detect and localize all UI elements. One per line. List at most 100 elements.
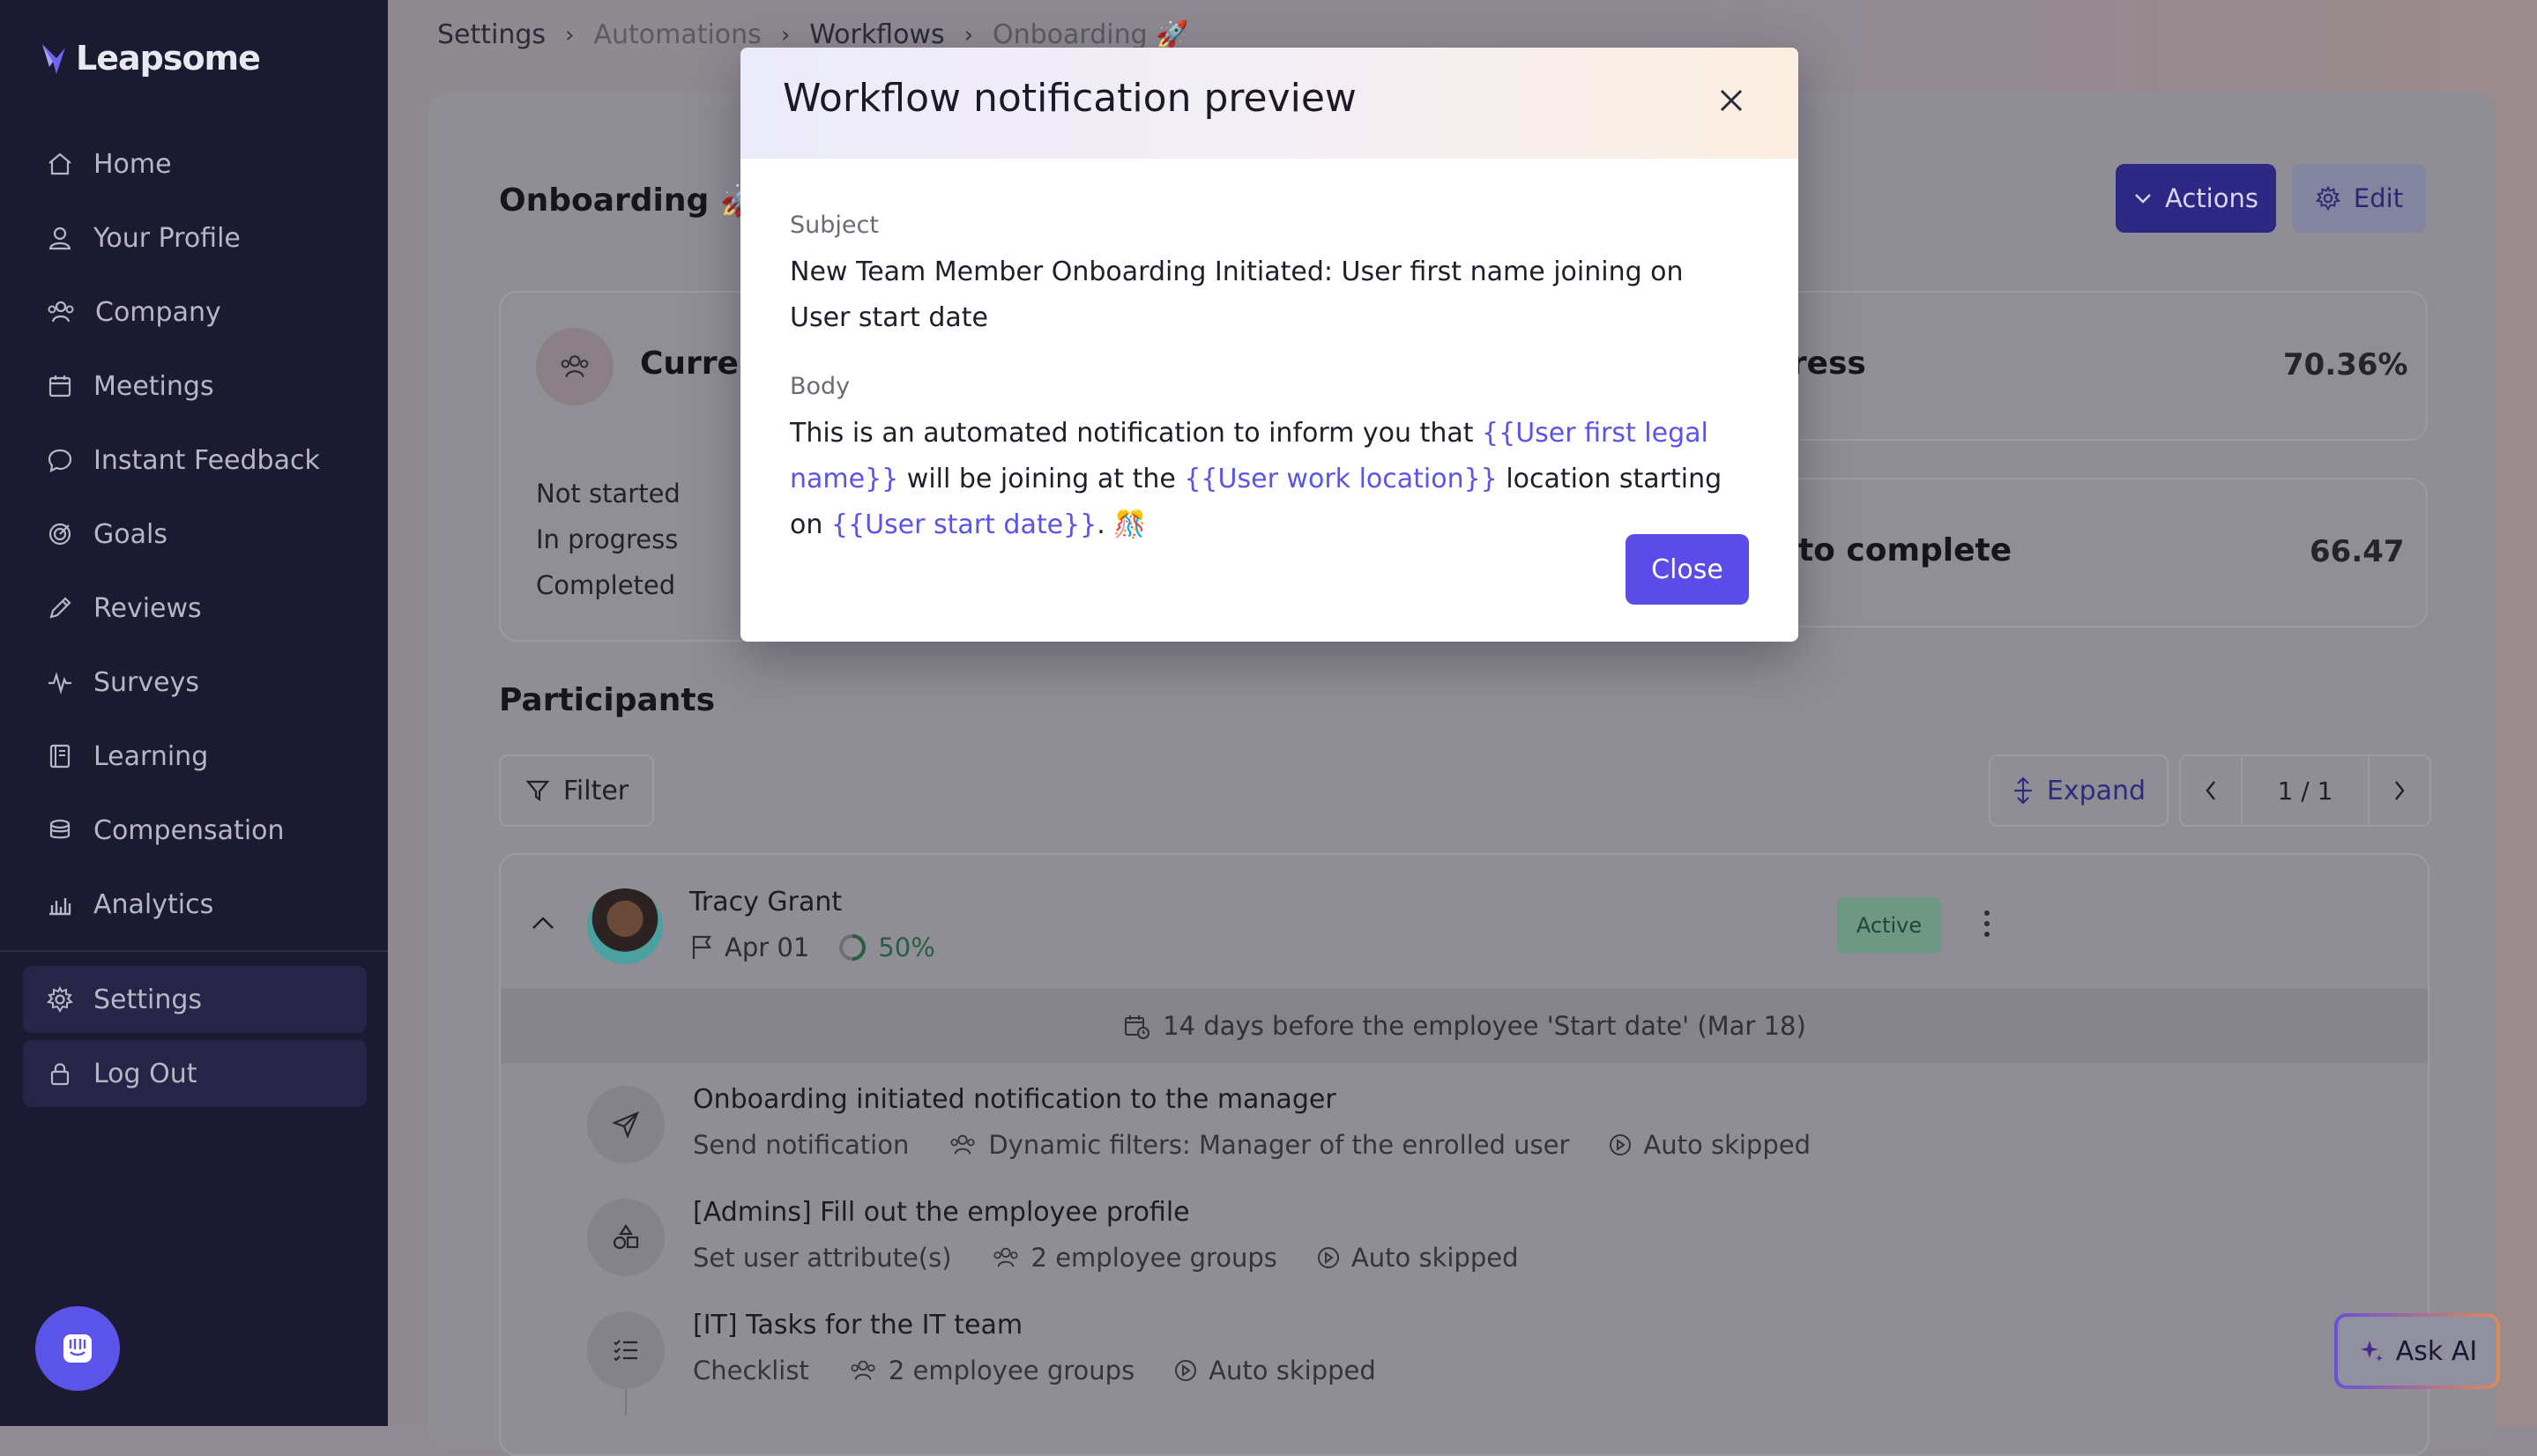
app-logo[interactable]: Leapsome [39, 39, 261, 78]
sidebar-item-goals[interactable]: Goals [23, 501, 367, 568]
subject-text: New Team Member Onboarding Initiated: Us… [790, 256, 1684, 333]
ask-ai-label: Ask AI [2395, 1335, 2478, 1367]
filter-button-label: Filter [562, 775, 629, 806]
sidebar-item-label: Goals [93, 518, 167, 550]
body-label: Body [790, 373, 851, 400]
sidebar-item-label: Meetings [93, 370, 214, 402]
participant-meta: Apr 01 50% [689, 932, 935, 962]
subject-label: Subject [790, 212, 879, 239]
step-icon-badge [587, 1199, 665, 1276]
sidebar-nav: Home Your Profile Company Meetings Insta… [23, 130, 367, 945]
sparkle-icon [2360, 1341, 2383, 1362]
step-audience: Dynamic filters: Manager of the enrolled… [988, 1130, 1570, 1160]
progress-ring-icon [839, 934, 867, 961]
step-meta: Checklist 2 employee groups Auto skipped [693, 1356, 1376, 1385]
sidebar-item-home[interactable]: Home [23, 130, 367, 197]
actions-button[interactable]: Actions [2116, 164, 2276, 233]
variable-user-start-date: {{User start date}} [830, 509, 1097, 540]
expand-button[interactable]: Expand [1989, 754, 2169, 827]
body-text: This is an automated notification to inf… [790, 411, 1751, 548]
next-page-button[interactable] [2370, 756, 2429, 825]
ask-ai-button[interactable]: Ask AI [2334, 1313, 2500, 1389]
participant-progress: 50% [878, 932, 935, 962]
flag-icon [692, 935, 712, 959]
step-meta: Set user attribute(s) 2 employee groups … [693, 1243, 1519, 1273]
chevron-right-icon [2395, 781, 2405, 800]
schedule-text: 14 days before the employee 'Start date'… [1163, 1011, 1806, 1041]
participants-title: Participants [499, 682, 716, 718]
sidebar-item-label: Home [93, 148, 172, 180]
stats-row-in-progress: In progress [536, 524, 679, 554]
expand-icon [2013, 776, 2032, 805]
participant-row: Tracy Grant Apr 01 50% Active 14 days be… [499, 853, 2429, 1456]
sidebar-item-label: Learning [93, 740, 209, 772]
previous-page-button[interactable] [2181, 756, 2241, 825]
stats-row-completed: Completed [536, 570, 676, 600]
collapse-button[interactable] [531, 915, 555, 931]
step-type: Send notification [693, 1130, 910, 1160]
sidebar-item-meetings[interactable]: Meetings [23, 353, 367, 420]
sidebar-item-label: Settings [93, 984, 203, 1015]
body-text-segment: This is an automated notification to inf… [790, 418, 1483, 449]
sidebar-item-analytics[interactable]: Analytics [23, 871, 367, 938]
modal-close-button[interactable] [1714, 83, 1749, 118]
sidebar-item-learning[interactable]: Learning [23, 723, 367, 790]
edit-button-label: Edit [2353, 183, 2404, 213]
kebab-menu-icon [1984, 910, 1990, 937]
sidebar-item-your-profile[interactable]: Your Profile [23, 204, 367, 271]
home-icon [48, 152, 71, 175]
gear-icon [2315, 185, 2340, 212]
filter-button[interactable]: Filter [499, 754, 654, 827]
participant-name[interactable]: Tracy Grant [689, 887, 842, 917]
edit-button[interactable]: Edit [2292, 164, 2426, 233]
sidebar-item-label: Instant Feedback [93, 444, 320, 476]
workflow-step[interactable]: [IT] Tasks for the IT team Checklist 2 e… [587, 1299, 2428, 1415]
sidebar-item-label: Surveys [93, 666, 199, 698]
bar-chart-icon [49, 898, 71, 916]
users-icon-badge [536, 328, 614, 405]
variable-user-work-location: {{User work location}} [1184, 464, 1498, 494]
modal-title: Workflow notification preview [783, 76, 1357, 121]
pencil-icon [49, 597, 71, 619]
users-icon [851, 1360, 875, 1380]
step-title: [IT] Tasks for the IT team [693, 1310, 1023, 1341]
stats-complete-value: 66.47 [2310, 534, 2405, 569]
step-status: Auto skipped [1643, 1130, 1811, 1160]
step-type: Checklist [693, 1356, 809, 1385]
step-status: Auto skipped [1350, 1243, 1519, 1273]
close-button[interactable]: Close [1626, 534, 1749, 605]
sidebar-item-compensation[interactable]: Compensation [23, 797, 367, 864]
sidebar-item-instant-feedback[interactable]: Instant Feedback [23, 427, 367, 494]
step-title: [Admins] Fill out the employee profile [693, 1197, 1190, 1228]
sidebar-item-label: Compensation [93, 814, 285, 846]
sidebar-item-reviews[interactable]: Reviews [23, 575, 367, 642]
workflow-step[interactable]: [Admins] Fill out the employee profile S… [587, 1186, 2428, 1292]
notification-preview-modal: Workflow notification preview Subject Ne… [740, 48, 1798, 642]
chat-launcher-icon [63, 1334, 92, 1363]
sidebar-item-surveys[interactable]: Surveys [23, 649, 367, 716]
step-meta: Send notification Dynamic filters: Manag… [693, 1130, 1811, 1160]
stats-progress-value: 70.36% [2283, 347, 2408, 383]
sidebar-item-settings[interactable]: Settings [23, 966, 367, 1033]
chat-launcher-button[interactable] [35, 1306, 120, 1391]
stats-status-list: Not started In progress Completed [536, 471, 681, 608]
avatar[interactable] [587, 888, 663, 964]
skip-icon [1610, 1134, 1632, 1155]
breadcrumb-workflows[interactable]: Workflows [809, 19, 944, 50]
skip-icon [1317, 1247, 1339, 1268]
workflow-step[interactable]: Onboarding initiated notification to the… [587, 1073, 2428, 1179]
step-type: Set user attribute(s) [693, 1243, 952, 1273]
step-icon-badge [587, 1311, 665, 1389]
page-title: Onboarding 🚀 [499, 182, 760, 219]
sidebar-item-company[interactable]: Company [23, 279, 367, 345]
page-indicator: 1 / 1 [2241, 756, 2370, 825]
sidebar-item-label: Analytics [93, 888, 214, 920]
sidebar-item-log-out[interactable]: Log Out [23, 1040, 367, 1107]
expand-button-label: Expand [2046, 775, 2146, 806]
more-options-button[interactable] [1982, 908, 1992, 940]
breadcrumb-settings[interactable]: Settings [437, 19, 546, 50]
filter-icon [525, 780, 550, 802]
breadcrumb-automations[interactable]: Automations [593, 19, 761, 50]
body-text-segment: . 🎊 [1097, 509, 1147, 540]
chevron-up-icon [532, 917, 554, 929]
